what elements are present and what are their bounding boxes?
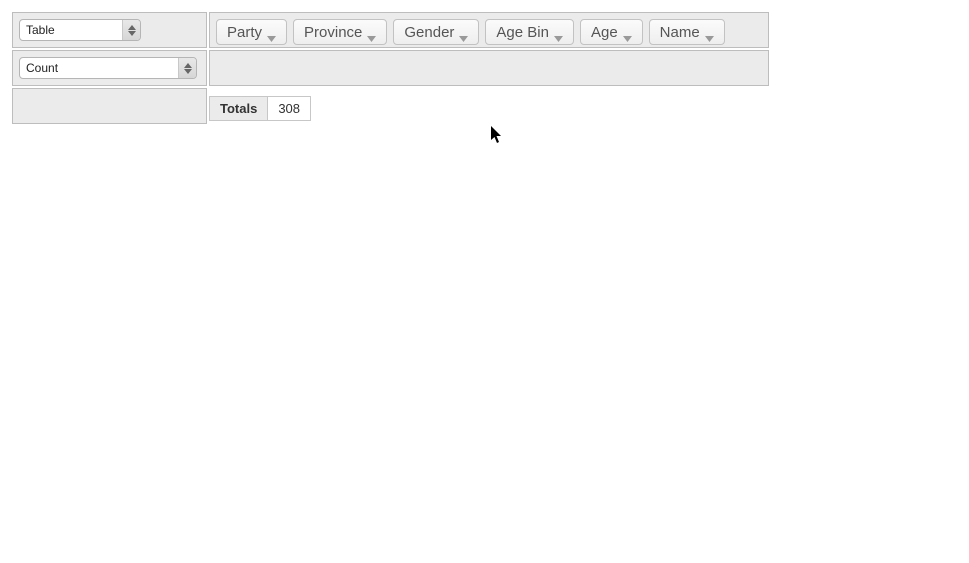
- pivot-result-table: Totals 308: [209, 96, 311, 121]
- table-row: Totals 308: [210, 97, 311, 121]
- attr-pill-party[interactable]: Party: [216, 19, 287, 45]
- aggregator-select[interactable]: Count: [19, 57, 197, 79]
- unused-attributes-area[interactable]: Party Province Gender Age Bin Age Name: [209, 12, 769, 48]
- attr-label: Party: [227, 24, 262, 41]
- mouse-cursor-icon: [490, 126, 504, 144]
- result-area: Totals 308: [209, 88, 769, 121]
- chevron-down-icon: [623, 29, 632, 35]
- attr-label: Age Bin: [496, 24, 549, 41]
- attr-label: Province: [304, 24, 362, 41]
- columns-drop-area[interactable]: [209, 50, 769, 86]
- renderer-area: Table: [12, 12, 207, 48]
- attr-pill-age[interactable]: Age: [580, 19, 643, 45]
- chevron-down-icon: [554, 29, 563, 35]
- chevron-down-icon: [367, 29, 376, 35]
- attr-label: Age: [591, 24, 618, 41]
- chevron-down-icon: [267, 29, 276, 35]
- attr-pill-province[interactable]: Province: [293, 19, 387, 45]
- renderer-select[interactable]: Table: [19, 19, 141, 41]
- totals-value: 308: [268, 97, 311, 121]
- pivot-ui: Table Party Province Gender Age Bin Age: [12, 12, 957, 124]
- chevron-down-icon: [459, 29, 468, 35]
- totals-header: Totals: [210, 97, 268, 121]
- attr-pill-age-bin[interactable]: Age Bin: [485, 19, 574, 45]
- updown-icon: [122, 20, 140, 40]
- chevron-down-icon: [705, 29, 714, 35]
- renderer-select-value: Table: [20, 20, 122, 40]
- attr-label: Name: [660, 24, 700, 41]
- aggregator-area: Count: [12, 50, 207, 86]
- rows-drop-area[interactable]: [12, 88, 207, 124]
- aggregator-select-value: Count: [20, 58, 178, 78]
- attr-pill-name[interactable]: Name: [649, 19, 725, 45]
- attr-label: Gender: [404, 24, 454, 41]
- updown-icon: [178, 58, 196, 78]
- attr-pill-gender[interactable]: Gender: [393, 19, 479, 45]
